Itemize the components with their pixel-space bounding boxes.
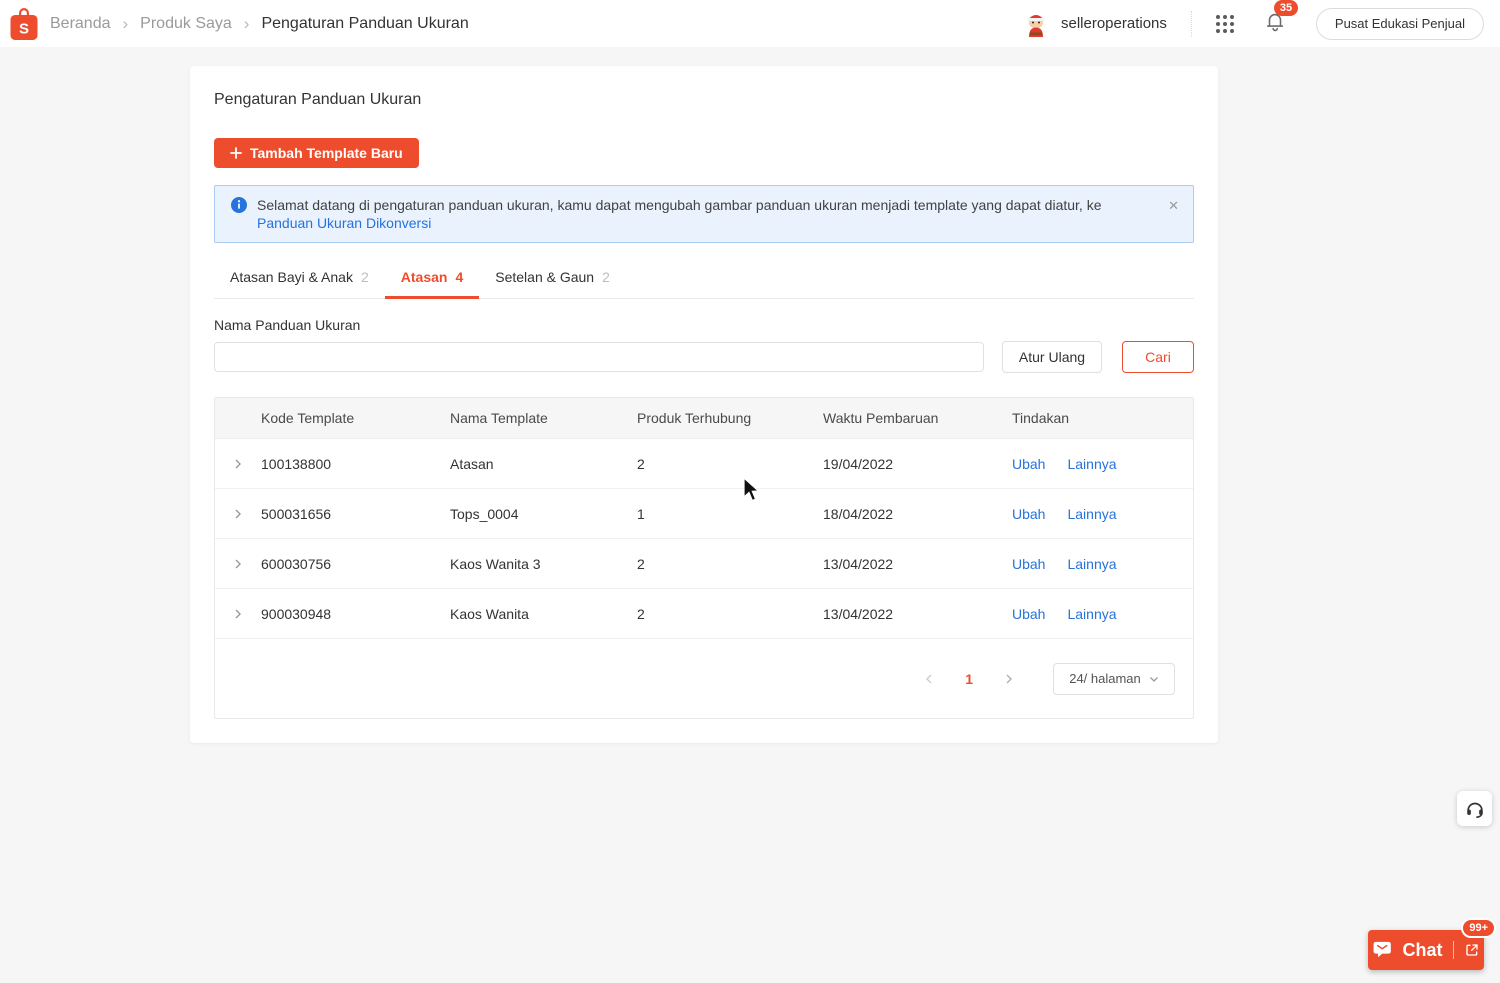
seller-education-button[interactable]: Pusat Edukasi Penjual xyxy=(1315,7,1484,40)
edit-link[interactable]: Ubah xyxy=(1012,606,1045,622)
breadcrumb: S Beranda › Produk Saya › Pengaturan Pan… xyxy=(8,6,469,42)
avatar[interactable] xyxy=(1021,9,1051,39)
column-header-code: Kode Template xyxy=(261,410,355,426)
table-row: 900030948 Kaos Wanita 2 13/04/2022 Ubah … xyxy=(215,588,1193,638)
breadcrumb-item-my-products[interactable]: Produk Saya xyxy=(140,15,232,33)
previous-page-icon[interactable] xyxy=(923,673,935,685)
banner-close-icon[interactable]: ✕ xyxy=(1168,197,1179,215)
chevron-down-icon xyxy=(1149,676,1158,682)
chat-button-label: Chat xyxy=(1402,939,1443,960)
table-row: 100138800 Atasan 2 19/04/2022 Ubah Lainn… xyxy=(215,438,1193,488)
expand-row-icon[interactable] xyxy=(215,608,261,620)
linked-products-count: 2 xyxy=(637,555,645,572)
page-size-value: 24/ halaman xyxy=(1069,671,1141,686)
tab-setelan-gaun[interactable]: Setelan & Gaun 2 xyxy=(479,256,626,298)
template-name: Tops_0004 xyxy=(450,505,519,522)
apps-grid-icon[interactable] xyxy=(1215,14,1234,33)
breadcrumb-item-current: Pengaturan Panduan Ukuran xyxy=(261,14,469,32)
template-name: Atasan xyxy=(450,455,494,472)
tab-atasan[interactable]: Atasan 4 xyxy=(384,256,480,299)
edit-link[interactable]: Ubah xyxy=(1012,556,1045,572)
updated-date: 13/04/2022 xyxy=(823,605,894,622)
notification-bell-icon[interactable]: 35 xyxy=(1264,0,1299,37)
next-page-icon[interactable] xyxy=(1003,673,1015,685)
template-name: Kaos Wanita 3 xyxy=(450,555,541,572)
template-code: 600030756 xyxy=(261,555,332,572)
table-row: 600030756 Kaos Wanita 3 2 13/04/2022 Uba… xyxy=(215,538,1193,588)
add-template-button[interactable]: Tambah Template Baru xyxy=(214,138,419,168)
more-link[interactable]: Lainnya xyxy=(1067,506,1116,522)
reset-button[interactable]: Atur Ulang xyxy=(1002,341,1102,373)
current-page-number: 1 xyxy=(965,670,973,687)
column-header-name: Nama Template xyxy=(450,410,548,426)
size-guide-name-input[interactable] xyxy=(214,342,984,372)
header-divider xyxy=(1190,10,1192,37)
open-in-new-icon xyxy=(1465,944,1478,956)
add-template-button-label: Tambah Template Baru xyxy=(250,145,403,161)
username[interactable]: selleroperations xyxy=(1061,15,1167,32)
edit-link[interactable]: Ubah xyxy=(1012,456,1045,472)
tab-atasan-bayi-anak[interactable]: Atasan Bayi & Anak 2 xyxy=(214,256,385,298)
support-headset-button[interactable] xyxy=(1457,791,1492,826)
info-icon xyxy=(231,197,247,213)
top-navigation-bar: S Beranda › Produk Saya › Pengaturan Pan… xyxy=(0,0,1500,47)
expand-row-icon[interactable] xyxy=(215,458,261,470)
expand-row-icon[interactable] xyxy=(215,558,261,570)
table-header-row: Kode Template Nama Template Produk Terhu… xyxy=(215,398,1193,438)
more-link[interactable]: Lainnya xyxy=(1067,556,1116,572)
page-size-select[interactable]: 24/ halaman xyxy=(1053,662,1175,695)
search-button[interactable]: Cari xyxy=(1122,341,1194,373)
linked-products-count: 1 xyxy=(637,505,645,522)
more-link[interactable]: Lainnya xyxy=(1067,606,1116,622)
expand-row-icon[interactable] xyxy=(215,508,261,520)
template-name: Kaos Wanita xyxy=(450,605,529,622)
plus-icon xyxy=(230,147,242,159)
column-header-updated: Waktu Pembaruan xyxy=(823,410,939,426)
search-field-label: Nama Panduan Ukuran xyxy=(214,317,361,333)
chat-button[interactable]: Chat 99+ xyxy=(1368,918,1496,970)
template-code: 500031656 xyxy=(261,505,332,522)
size-guide-settings-card: Pengaturan Panduan Ukuran Tambah Templat… xyxy=(190,66,1218,743)
table-footer: 1 24/ halaman xyxy=(215,638,1193,718)
welcome-info-banner: Selamat datang di pengaturan panduan uku… xyxy=(214,185,1194,243)
updated-date: 18/04/2022 xyxy=(823,505,894,522)
notification-count-badge: 35 xyxy=(1273,0,1299,16)
shopee-logo-icon[interactable]: S xyxy=(8,6,40,42)
chat-bubble-icon xyxy=(1373,941,1391,958)
column-header-actions: Tindakan xyxy=(1012,410,1070,426)
updated-date: 13/04/2022 xyxy=(823,555,894,572)
breadcrumb-separator-icon: › xyxy=(243,13,250,33)
template-code: 100138800 xyxy=(261,455,332,472)
more-link[interactable]: Lainnya xyxy=(1067,456,1116,472)
linked-products-count: 2 xyxy=(637,605,645,622)
pagination: 1 xyxy=(923,671,1015,687)
svg-text:S: S xyxy=(19,20,29,37)
category-tabs: Atasan Bayi & Anak 2 Atasan 4 Setelan & … xyxy=(214,256,1194,299)
converted-size-guide-link[interactable]: Panduan Ukuran Dikonversi xyxy=(257,215,431,231)
chat-divider xyxy=(1452,941,1454,959)
updated-date: 19/04/2022 xyxy=(823,455,894,472)
breadcrumb-item-home[interactable]: Beranda xyxy=(50,15,111,33)
headset-icon xyxy=(1466,802,1483,818)
linked-products-count: 2 xyxy=(637,455,645,472)
column-header-products: Produk Terhubung xyxy=(637,410,752,426)
edit-link[interactable]: Ubah xyxy=(1012,506,1045,522)
page-title: Pengaturan Panduan Ukuran xyxy=(214,91,422,108)
table-row: 500031656 Tops_0004 1 18/04/2022 Ubah La… xyxy=(215,488,1193,538)
banner-text: Selamat datang di pengaturan panduan uku… xyxy=(257,197,1102,213)
chat-unread-badge: 99+ xyxy=(1461,918,1496,938)
breadcrumb-separator-icon: › xyxy=(122,13,129,33)
templates-table: Kode Template Nama Template Produk Terhu… xyxy=(214,397,1194,719)
template-code: 900030948 xyxy=(261,605,332,622)
